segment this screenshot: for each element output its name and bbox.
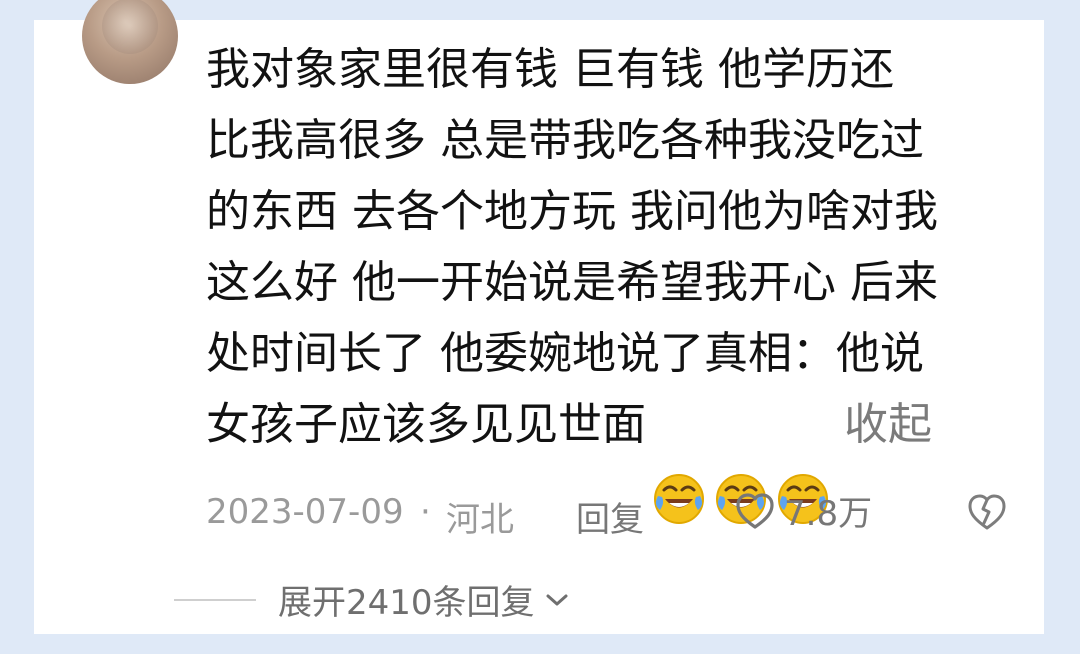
collapse-link[interactable]: 收起 xyxy=(844,399,932,450)
like-count: 7.8万 xyxy=(784,494,873,534)
comment-location: 河北 xyxy=(446,500,514,540)
expand-replies-button[interactable]: 展开2410条回复 xyxy=(174,575,571,624)
user-avatar[interactable] xyxy=(82,0,178,84)
expand-replies-label: 展开2410条回复 xyxy=(278,583,535,623)
comment-meta-row: 2023-07-09 · 河北 回复 7.8万 xyxy=(206,486,1008,540)
dislike-button[interactable] xyxy=(966,492,1008,532)
like-button[interactable]: 7.8万 xyxy=(734,486,872,535)
divider-line xyxy=(174,598,256,601)
broken-heart-icon xyxy=(966,492,1008,532)
meta-separator: · xyxy=(420,492,431,532)
heart-outline-icon xyxy=(734,491,776,531)
laughing-crying-emoji-icon xyxy=(714,401,768,524)
chevron-down-icon xyxy=(543,590,571,610)
comment-date: 2023-07-09 xyxy=(206,492,404,532)
emoji-row xyxy=(652,401,830,524)
comment-text: 我对象家里很有钱 巨有钱 他学历还 比我高很多 总是带我吃各种我没吃过 的东西 … xyxy=(206,34,1026,524)
laughing-crying-emoji-icon xyxy=(776,401,830,524)
comment-card: 我对象家里很有钱 巨有钱 他学历还 比我高很多 总是带我吃各种我没吃过 的东西 … xyxy=(34,0,1044,634)
comment-body: 我对象家里很有钱 巨有钱 他学历还 比我高很多 总是带我吃各种我没吃过 的东西 … xyxy=(206,44,938,450)
reply-button[interactable]: 回复 xyxy=(576,492,644,541)
laughing-crying-emoji-icon xyxy=(652,401,706,524)
